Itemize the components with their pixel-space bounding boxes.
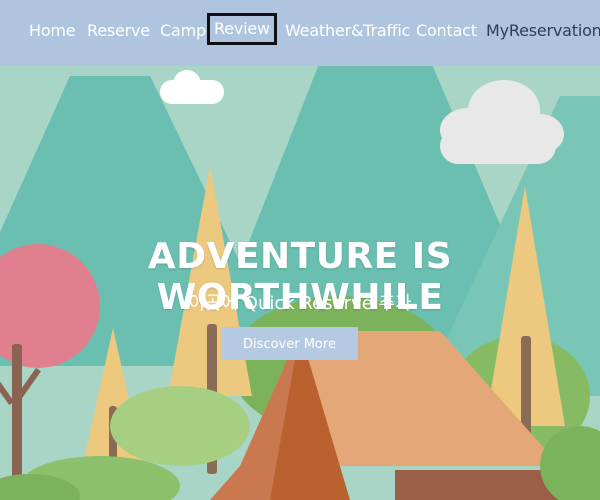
cloud-large (440, 80, 564, 164)
bush-left (110, 386, 250, 466)
nav-home[interactable]: Home (29, 19, 76, 43)
discover-more-button[interactable]: Discover More (221, 327, 358, 360)
nav-contact[interactable]: Contact (416, 19, 477, 43)
nav-my-reservation[interactable]: MyReservation (486, 19, 600, 43)
hero-subheadline: 이곳에 Quick Reserve 추가 (188, 293, 412, 314)
nav-review[interactable]: Review (207, 13, 277, 45)
top-navigation: Home Reserve Camp Review Weather&Traffic… (0, 0, 600, 66)
nav-reserve[interactable]: Reserve (87, 19, 150, 43)
nav-weather-traffic[interactable]: Weather&Traffic (285, 19, 410, 43)
tent-base (395, 470, 560, 500)
cloud-small (160, 70, 224, 104)
hero-section: ADVENTURE IS WORTHWHILE 이곳에 Quick Reserv… (0, 66, 600, 500)
nav-camp[interactable]: Camp (160, 19, 206, 43)
